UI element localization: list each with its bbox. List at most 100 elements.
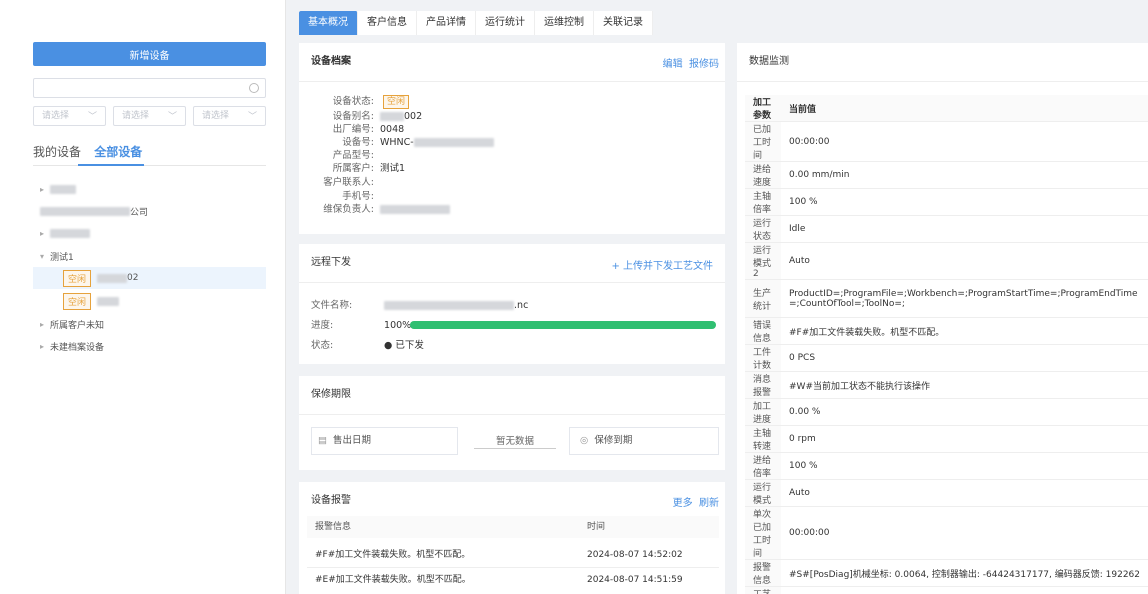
tab-related[interactable]: 关联记录	[594, 11, 653, 35]
redacted-text	[384, 301, 515, 310]
chevron-down-icon: ﹀	[87, 112, 97, 122]
search-input[interactable]	[33, 78, 266, 98]
filter-select-label: 请选择	[42, 111, 70, 121]
field-value: 0048	[380, 124, 405, 135]
tab-runtime-stats[interactable]: 运行统计	[476, 11, 535, 35]
field-label: 维保负责人:	[323, 204, 374, 215]
tree-node[interactable]: ▸ 未建档案设备	[0, 335, 266, 357]
param-value: 0 PCS	[781, 344, 1148, 372]
filter-select-3[interactable]: 请选择 ﹀	[193, 106, 266, 126]
table-row: #E#加工文件装载失败。机型不匹配。 2024-08-07 14:51:59	[307, 568, 719, 592]
filter-select-1[interactable]: 请选择 ﹀	[33, 106, 106, 126]
edit-link[interactable]: 编辑	[663, 59, 683, 70]
alarm-time: 2024-08-07 14:52:02	[587, 550, 683, 560]
expand-arrow-icon[interactable]: ▸	[40, 229, 50, 238]
field-label: 手机号:	[342, 191, 374, 202]
arrow-line	[474, 448, 556, 449]
card-title: 设备报警	[311, 495, 351, 506]
collapse-arrow-icon[interactable]: ▾	[40, 252, 50, 261]
table-row: 运行模式 Auto	[745, 479, 1148, 507]
field-device-no: 设备号: WHNC-	[299, 137, 494, 148]
table-row: 错误信息 #F#加工文件装载失败。机型不匹配。	[745, 317, 1148, 345]
param-name: 主轴转速	[745, 425, 782, 453]
field-model: 产品型号:	[299, 150, 380, 161]
more-link[interactable]: 更多	[673, 498, 693, 509]
tree-node[interactable]: 公司	[0, 200, 266, 222]
tab-all-devices[interactable]: 全部设备	[94, 145, 142, 159]
expand-arrow-icon[interactable]: ▸	[40, 320, 50, 329]
redacted-text	[50, 184, 76, 194]
add-device-button[interactable]: 新增设备	[33, 42, 266, 66]
monitor-table: 加工参数 当前值 已加工时间 00:00:00 进给速度 0.00 mm/min 主轴倍率…	[745, 95, 1148, 594]
param-value: Idle	[781, 215, 1148, 243]
param-name: 运行状态	[745, 215, 782, 243]
param-name: 报警信息	[745, 559, 782, 587]
progress-text: 100%	[384, 320, 412, 331]
status-badge: 空闲	[63, 292, 92, 310]
no-data-text: 暂无数据	[495, 436, 534, 447]
table-row: 主轴倍率 100 %	[745, 188, 1148, 216]
tab-overview[interactable]: 基本概况	[299, 11, 358, 35]
column-header: 报警信息	[315, 522, 352, 532]
redacted-text	[97, 273, 128, 283]
param-value: #W#当前加工状态不能执行该操作	[781, 371, 1148, 399]
redacted-text	[380, 112, 404, 121]
alarm-time: 2024-08-07 14:51:59	[587, 575, 683, 585]
tree-device[interactable]: 空闲	[33, 290, 266, 312]
field-customer: 所属客户: 测试1	[299, 163, 405, 174]
param-value: 0.00 %	[781, 398, 1148, 426]
table-row: 生产统计 ProductID=;ProgramFile=;Workbench=;P…	[745, 279, 1148, 318]
tree-node[interactable]: ▸ 所属客户未知	[0, 313, 266, 335]
divider	[737, 81, 1148, 82]
param-value: #F#加工文件装载失败。机型不匹配。	[781, 317, 1148, 345]
device-alarm-card: 设备报警 更多 刷新 报警信息 时间 #F#加工文件装载失败。机型不匹配。 20…	[299, 482, 725, 594]
table-row: 已加工时间 00:00:00	[745, 121, 1148, 162]
tab-maintenance[interactable]: 运维控制	[535, 11, 594, 35]
device-scope-tabs: 我的设备 全部设备	[33, 143, 152, 163]
redacted-text	[380, 205, 450, 214]
column-header: 当前值	[781, 95, 1148, 122]
field-contact: 客户联系人:	[299, 177, 380, 188]
field-value: 测试1	[380, 163, 406, 174]
search-icon[interactable]	[249, 83, 259, 93]
expand-arrow-icon[interactable]: ▸	[40, 342, 50, 351]
card-title: 数据监测	[749, 56, 789, 67]
file-name-row: 文件名称: .nc	[311, 300, 528, 311]
repair-code-link[interactable]: 报修码	[689, 59, 719, 70]
tab-my-devices[interactable]: 我的设备	[33, 145, 81, 159]
param-name: 错误信息	[745, 317, 782, 345]
param-name: 消息报警	[745, 371, 782, 399]
param-name: 加工进度	[745, 398, 782, 426]
refresh-link[interactable]: 刷新	[699, 498, 719, 509]
upload-dispatch-button[interactable]: + 上传并下发工艺文件	[611, 257, 713, 272]
tree-node-label: 测试1	[50, 252, 74, 263]
tree-node[interactable]: ▸	[0, 222, 266, 244]
field-label: 文件名称:	[311, 300, 353, 311]
expand-arrow-icon[interactable]: ▸	[40, 185, 50, 194]
tree-node-test1[interactable]: ▾ 测试1	[0, 245, 266, 267]
tab-product[interactable]: 产品详情	[417, 11, 476, 35]
calendar-icon: ▤	[318, 435, 327, 446]
param-value: 00:00:00	[781, 121, 1148, 162]
field-label: 进度:	[311, 320, 334, 331]
param-name: 已加工时间	[745, 121, 782, 162]
tab-customer[interactable]: 客户信息	[358, 11, 417, 35]
tree-node[interactable]: ▸	[0, 178, 266, 200]
filter-select-2[interactable]: 请选择 ﹀	[113, 106, 186, 126]
sale-date-label: 售出日期	[333, 435, 372, 446]
field-label: 客户联系人:	[323, 177, 374, 188]
tree-device-selected[interactable]: 空闲 02	[33, 267, 266, 289]
redacted-text	[97, 296, 120, 306]
param-name: 运行模式2	[745, 242, 782, 280]
redacted-text	[40, 206, 130, 216]
chevron-down-icon: ﹀	[247, 112, 257, 122]
param-value: Auto	[781, 479, 1148, 507]
param-value: 100 %	[781, 452, 1148, 480]
dispatch-status: ● 已下发	[384, 340, 424, 351]
field-alias: 设备别名: 002	[299, 111, 422, 122]
param-value: 0 rpm	[781, 425, 1148, 453]
field-serial: 出厂编号: 0048	[299, 124, 404, 135]
table-row: 工件计数 0 PCS	[745, 344, 1148, 372]
progress-row: 进度: 100%	[311, 320, 411, 331]
device-sidebar: 新增设备 请选择 ﹀ 请选择 ﹀ 请选择 ﹀ 我的设备 全部设备 ▸ 公司 ▸ ▾ 测…	[0, 0, 286, 594]
